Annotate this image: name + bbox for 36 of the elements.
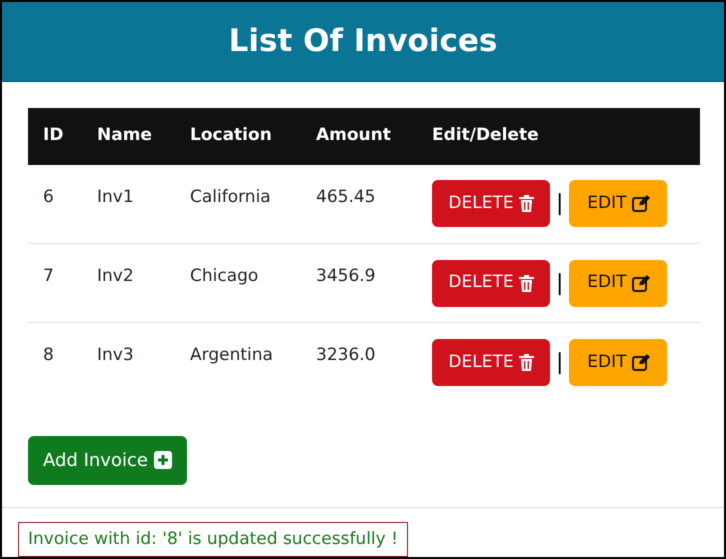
add-invoice-button[interactable]: Add Invoice xyxy=(28,436,187,484)
plus-icon xyxy=(154,451,172,469)
table-cell: Inv1 xyxy=(97,186,134,206)
delete-button[interactable]: DELETE xyxy=(432,260,550,306)
column-header: Name xyxy=(97,125,152,146)
trash-icon xyxy=(518,354,534,371)
success-message: Invoice with id: '8' is updated successfully ! xyxy=(18,522,408,557)
edit-icon xyxy=(632,354,650,371)
table-cell: 8 xyxy=(43,345,54,365)
trash-icon xyxy=(518,274,534,292)
table-cell: Inv2 xyxy=(97,266,134,286)
separator-text: | xyxy=(556,190,564,218)
table-cell: 7 xyxy=(43,266,54,286)
delete-button[interactable]: DELETE xyxy=(432,180,550,228)
column-header: ID xyxy=(43,125,64,146)
delete-button[interactable]: DELETE xyxy=(432,338,550,386)
column-header: Edit/Delete xyxy=(432,125,539,146)
table-cell: 465.45 xyxy=(316,186,376,206)
table-cell: 6 xyxy=(43,186,54,206)
edit-button[interactable]: EDIT xyxy=(569,260,668,306)
page-title: List Of Invoices xyxy=(228,22,498,61)
edit-icon xyxy=(632,195,650,212)
table-cell: Inv3 xyxy=(97,345,134,365)
separator-text: | xyxy=(556,270,564,298)
edit-icon xyxy=(632,274,650,292)
edit-button[interactable]: EDIT xyxy=(569,180,668,228)
column-header: Amount xyxy=(316,125,391,146)
separator-text: | xyxy=(556,348,564,377)
trash-icon xyxy=(518,195,534,212)
table-cell: California xyxy=(190,186,271,206)
table-cell: Argentina xyxy=(190,345,273,365)
column-header: Location xyxy=(190,125,272,146)
table-cell: 3456.9 xyxy=(316,266,376,286)
edit-button[interactable]: EDIT xyxy=(569,338,668,386)
table-cell: 3236.0 xyxy=(316,345,376,365)
table-cell: Chicago xyxy=(190,266,258,286)
